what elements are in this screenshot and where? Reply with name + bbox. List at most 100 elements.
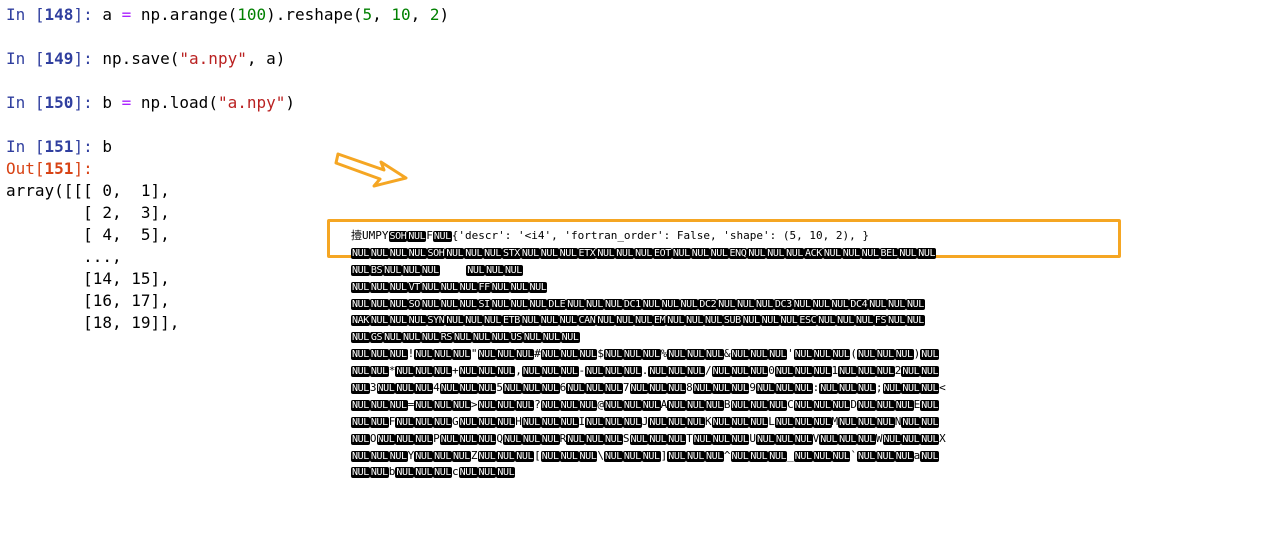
control-char: NUL <box>705 450 724 462</box>
control-char: NUL <box>477 416 497 428</box>
control-char: NUL <box>793 366 813 378</box>
arrow-right-icon <box>334 152 408 188</box>
dump-text: 4 <box>433 381 440 395</box>
control-char: NUL <box>540 349 560 361</box>
dump-text: / <box>705 364 712 378</box>
control-char: ESC <box>798 315 818 327</box>
control-char: NUL <box>857 433 876 445</box>
control-char: NUL <box>539 315 559 327</box>
control-char: NUL <box>749 450 769 462</box>
control-char: NUL <box>785 247 804 259</box>
control-char: NUL <box>920 349 940 361</box>
control-char: NUL <box>901 416 921 428</box>
control-char: NUL <box>477 383 497 395</box>
input-cell[interactable]: In [148]: a = np.arange(100).reshape(5, … <box>6 4 449 26</box>
control-char: NUL <box>648 416 668 428</box>
control-char: NUL <box>875 416 895 428</box>
control-char: NUL <box>369 247 389 259</box>
control-char: NUL <box>894 399 914 411</box>
control-char: NUL <box>711 366 731 378</box>
dump-text: + <box>452 364 459 378</box>
control-char: NUL <box>749 366 769 378</box>
dump-row: NUL NUL NUL SO NUL NUL NUL SI NUL NUL NUL DLE NUL NUL… <box>351 296 946 313</box>
code-token: = <box>121 5 132 24</box>
control-char: NUL <box>671 247 691 259</box>
control-char: NUL <box>351 332 370 344</box>
control-char: NUL <box>686 450 705 462</box>
code-token: 100 <box>237 5 267 24</box>
control-char: NUL <box>766 247 786 259</box>
control-char: ETX <box>577 247 597 259</box>
control-char: NUL <box>660 298 680 310</box>
dump-row: NUL NULFNUL NUL NULGNUL NUL NULHNUL NUL NULINUL… <box>351 414 946 431</box>
code-token: np.load( <box>131 93 218 112</box>
input-cell[interactable]: In [150]: b = np.load("a.npy") <box>6 92 449 114</box>
code-token: 2 <box>429 5 440 24</box>
control-char: NUL <box>477 349 497 361</box>
input-cell[interactable]: In [149]: np.save("a.npy", a) <box>6 48 449 70</box>
control-char: NUL <box>604 383 623 395</box>
control-char: NUL <box>515 450 535 462</box>
control-char: NUL <box>860 247 880 259</box>
dump-row: NUL BS NUL NUL NUL NUL NUL NUL <box>351 262 946 279</box>
control-char: NUL <box>887 315 906 327</box>
control-char: SI <box>477 298 491 310</box>
code-token: ) <box>285 93 296 112</box>
control-char: NUL <box>395 416 415 428</box>
control-char: NUL <box>705 399 724 411</box>
control-char: NUL <box>559 399 579 411</box>
control-char: NUL <box>901 433 921 445</box>
dump-row: NUL NULbNUL NUL NULcNUL NUL NUL <box>351 464 946 481</box>
control-char: NUL <box>685 315 704 327</box>
control-char: NUL <box>520 315 540 327</box>
control-char: NUL <box>528 298 548 310</box>
control-char: NUL <box>458 281 478 293</box>
control-char: NUL <box>920 450 940 462</box>
code-token: , <box>372 5 392 24</box>
control-char: NUL <box>439 433 459 445</box>
control-char: NUL <box>432 231 452 242</box>
control-char: NUL <box>648 383 668 395</box>
dump-text: W <box>875 431 883 445</box>
control-char: NUL <box>509 281 529 293</box>
control-char: NUL <box>667 366 687 378</box>
control-char: NUL <box>351 416 370 428</box>
control-char: NUL <box>388 247 408 259</box>
control-char: NUL <box>521 383 541 395</box>
dump-text: Z <box>470 448 478 462</box>
control-char: NUL <box>464 315 484 327</box>
control-char: DC1 <box>622 298 642 310</box>
control-char: NUL <box>736 298 755 310</box>
control-char: NUL <box>439 298 459 310</box>
control-char: NUL <box>792 298 812 310</box>
control-char: NUL <box>920 366 940 378</box>
control-char: NUL <box>351 383 370 395</box>
control-char: NUL <box>730 416 750 428</box>
control-char: NUL <box>402 264 421 276</box>
control-char: NUL <box>477 366 497 378</box>
dump-text: ' <box>787 347 794 361</box>
dump-text: ; <box>875 381 883 395</box>
control-char: NUL <box>369 399 389 411</box>
control-char: NUL <box>558 247 578 259</box>
control-char: NUL <box>604 366 623 378</box>
control-char: NUL <box>477 467 497 479</box>
control-char: STX <box>502 247 521 259</box>
control-char: NUL <box>615 247 635 259</box>
control-char: NUL <box>641 349 661 361</box>
dump-row: NAK NUL NUL NUL SYN NUL NUL NUL ETB NUL NUL NUL CAN N… <box>351 312 946 329</box>
control-char: NUL <box>629 383 649 395</box>
control-char: NUL <box>906 315 925 327</box>
dump-text: D <box>850 397 857 411</box>
dump-row: NUL NUL NULYNUL NUL NULZNUL NUL NUL[NUL NUL NUL\… <box>351 448 946 465</box>
dump-text: {'descr': '<i4', 'fortran_order': False,… <box>451 229 869 242</box>
control-char: NUL <box>822 247 842 259</box>
control-char: NUL <box>351 450 370 462</box>
control-char: DC4 <box>849 298 869 310</box>
control-char: NUL <box>566 383 586 395</box>
control-char: NAK <box>351 315 370 327</box>
control-char: NUL <box>496 467 516 479</box>
control-char: NUL <box>414 433 434 445</box>
control-char: NUL <box>464 247 484 259</box>
control-char: NUL <box>705 349 724 361</box>
